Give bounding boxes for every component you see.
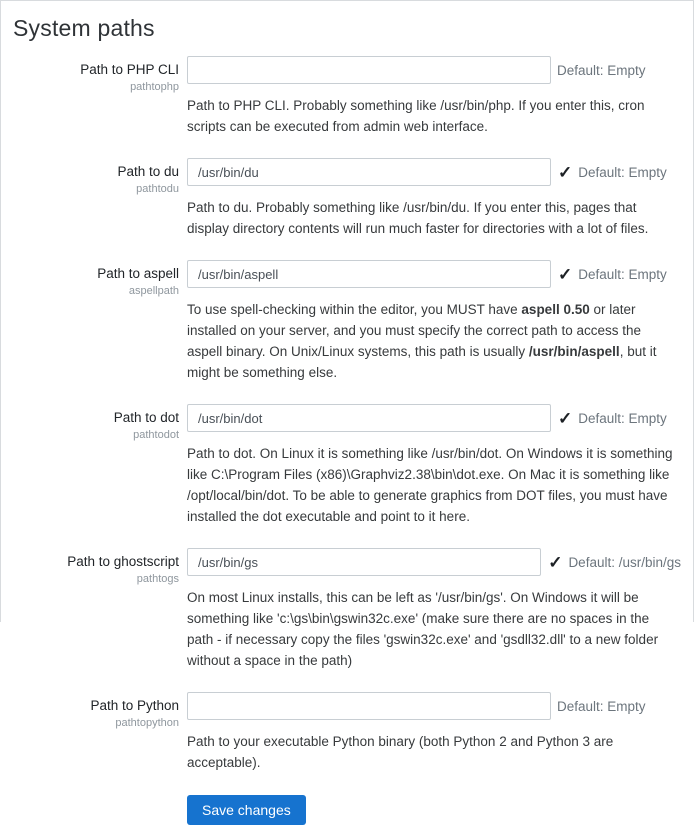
setting-description: To use spell-checking within the editor,… <box>187 299 679 383</box>
setting-code: pathtogs <box>13 573 179 585</box>
setting-code: pathtophp <box>13 81 179 93</box>
setting-label: Path to ghostscript <box>13 553 179 571</box>
setting-input-line: ✓ Default: /usr/bin/gs <box>187 548 681 576</box>
setting-label: Path to du <box>13 163 179 181</box>
setting-row: Path to dot pathtodot ✓ Default: Empty P… <box>13 404 681 527</box>
setting-content-column: ✓ Default: /usr/bin/gs On most Linux ins… <box>187 548 681 671</box>
page-title: System paths <box>13 15 681 42</box>
setting-description: Path to dot. On Linux it is something li… <box>187 443 679 527</box>
check-icon: ✓ <box>558 266 572 283</box>
setting-label: Path to Python <box>13 697 179 715</box>
default-value-label: Default: Empty <box>578 165 667 180</box>
setting-description: Path to PHP CLI. Probably something like… <box>187 95 679 137</box>
setting-label-column: Path to du pathtodu <box>13 158 179 195</box>
setting-label-column: Path to aspell aspellpath <box>13 260 179 297</box>
setting-row: Path to du pathtodu ✓ Default: Empty Pat… <box>13 158 681 239</box>
setting-label: Path to dot <box>13 409 179 427</box>
setting-content-column: ✓ Default: Empty To use spell-checking w… <box>187 260 681 383</box>
setting-row: Path to PHP CLI pathtophp Default: Empty… <box>13 56 681 137</box>
setting-label-column: Path to ghostscript pathtogs <box>13 548 179 585</box>
setting-description: On most Linux installs, this can be left… <box>187 587 679 671</box>
setting-label: Path to aspell <box>13 265 179 283</box>
settings-form: Path to PHP CLI pathtophp Default: Empty… <box>13 56 681 773</box>
setting-input[interactable] <box>187 56 551 84</box>
setting-code: pathtodot <box>13 429 179 441</box>
setting-input[interactable] <box>187 404 551 432</box>
setting-input-line: Default: Empty <box>187 692 681 720</box>
setting-code: aspellpath <box>13 285 179 297</box>
save-changes-button[interactable]: Save changes <box>187 795 306 825</box>
setting-content-column: ✓ Default: Empty Path to dot. On Linux i… <box>187 404 681 527</box>
setting-input[interactable] <box>187 260 551 288</box>
setting-input[interactable] <box>187 158 551 186</box>
default-value-label: Default: Empty <box>578 267 667 282</box>
setting-content-column: Default: Empty Path to your executable P… <box>187 692 681 773</box>
setting-input-line: ✓ Default: Empty <box>187 260 681 288</box>
setting-label-column: Path to PHP CLI pathtophp <box>13 56 179 93</box>
setting-code: pathtodu <box>13 183 179 195</box>
setting-input-line: ✓ Default: Empty <box>187 404 681 432</box>
check-icon: ✓ <box>558 410 572 427</box>
setting-row: Path to Python pathtopython Default: Emp… <box>13 692 681 773</box>
setting-description: Path to your executable Python binary (b… <box>187 731 679 773</box>
default-value-label: Default: Empty <box>557 699 646 714</box>
system-paths-settings-page: System paths Path to PHP CLI pathtophp D… <box>0 0 694 622</box>
setting-row: Path to ghostscript pathtogs ✓ Default: … <box>13 548 681 671</box>
setting-label-column: Path to Python pathtopython <box>13 692 179 729</box>
default-value-label: Default: Empty <box>557 63 646 78</box>
setting-content-column: ✓ Default: Empty Path to du. Probably so… <box>187 158 681 239</box>
setting-label: Path to PHP CLI <box>13 61 179 79</box>
setting-input[interactable] <box>187 692 551 720</box>
setting-content-column: Default: Empty Path to PHP CLI. Probably… <box>187 56 681 137</box>
setting-code: pathtopython <box>13 717 179 729</box>
setting-label-column: Path to dot pathtodot <box>13 404 179 441</box>
setting-input-line: ✓ Default: Empty <box>187 158 681 186</box>
check-icon: ✓ <box>558 164 572 181</box>
setting-description: Path to du. Probably something like /usr… <box>187 197 679 239</box>
setting-input-line: Default: Empty <box>187 56 681 84</box>
default-value-label: Default: /usr/bin/gs <box>568 555 681 570</box>
check-icon: ✓ <box>548 554 562 571</box>
setting-input[interactable] <box>187 548 541 576</box>
setting-row: Path to aspell aspellpath ✓ Default: Emp… <box>13 260 681 383</box>
default-value-label: Default: Empty <box>578 411 667 426</box>
